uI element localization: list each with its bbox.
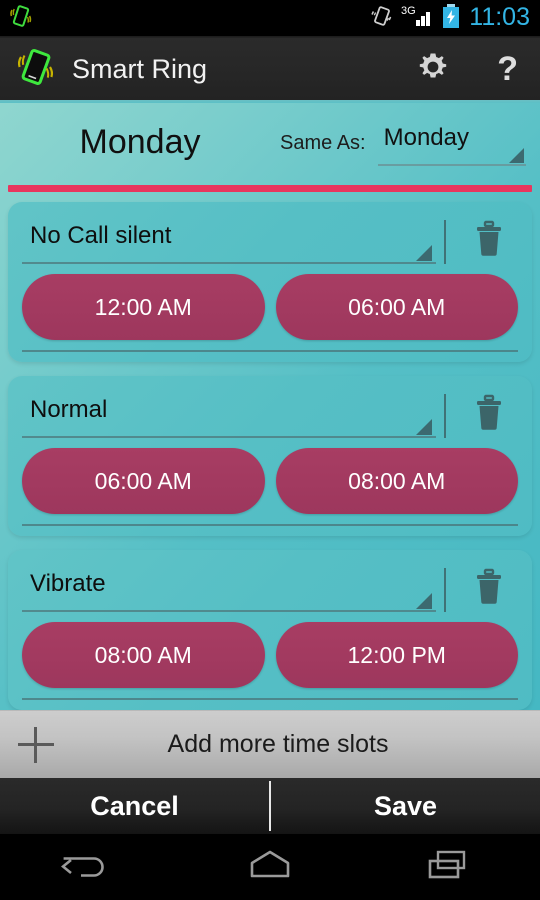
- ring-mode-value: Normal: [30, 396, 108, 423]
- network-type-label: 3G: [401, 5, 416, 17]
- start-time-button[interactable]: 08:00 AM: [22, 622, 265, 688]
- android-navigation-bar: [0, 834, 540, 900]
- time-slot-card: No Call silent 12:00 AM 06:00 AM: [8, 202, 532, 362]
- time-slot-card: Normal 06:00 AM 08:00 AM: [8, 376, 532, 536]
- chevron-down-icon: [416, 593, 432, 609]
- home-button[interactable]: [210, 834, 330, 900]
- divider: [444, 220, 446, 264]
- gear-icon[interactable]: [415, 49, 451, 90]
- spinner-underline: [22, 262, 436, 264]
- android-status-bar: 3G 11:03: [0, 0, 540, 36]
- ring-mode-spinner[interactable]: Normal: [22, 394, 436, 438]
- vibrate-icon: [370, 4, 394, 33]
- delete-slot-button[interactable]: [460, 392, 518, 438]
- slot-time-row: 06:00 AM 08:00 AM: [22, 448, 518, 514]
- same-as-value: Monday: [383, 124, 469, 151]
- divider: [444, 394, 446, 438]
- plus-icon: [18, 726, 54, 763]
- same-as-label: Same As:: [280, 131, 366, 154]
- recent-apps-icon: [424, 848, 476, 887]
- ring-mode-spinner[interactable]: No Call silent: [22, 220, 436, 264]
- status-system-icons: 3G 11:03: [370, 3, 530, 34]
- ring-mode-value: Vibrate: [30, 570, 106, 597]
- app-logo-icon: [14, 45, 58, 94]
- trash-icon: [472, 568, 506, 611]
- slot-time-row: 08:00 AM 12:00 PM: [22, 622, 518, 688]
- question-mark-icon[interactable]: ?: [497, 52, 518, 86]
- add-time-slot-label: Add more time slots: [167, 730, 389, 758]
- app-screen: 3G 11:03 Smart Ring ? Monday Same As: Mo…: [0, 0, 540, 900]
- home-icon: [243, 848, 297, 887]
- recent-apps-button[interactable]: [390, 834, 510, 900]
- back-arrow-icon: [60, 848, 119, 887]
- add-time-slot-button[interactable]: Add more time slots: [0, 710, 540, 778]
- vibrating-phone-icon: [8, 3, 34, 34]
- dialog-button-bar: Cancel Save: [0, 778, 540, 834]
- card-divider: [22, 350, 518, 352]
- same-as-spinner[interactable]: Monday: [377, 122, 526, 166]
- chevron-down-icon: [416, 245, 432, 261]
- back-button[interactable]: [30, 834, 150, 900]
- ring-mode-spinner[interactable]: Vibrate: [22, 568, 436, 612]
- slot-time-row: 12:00 AM 06:00 AM: [22, 274, 518, 340]
- slot-header-row: No Call silent: [22, 216, 518, 264]
- status-clock: 11:03: [469, 2, 530, 31]
- end-time-button[interactable]: 06:00 AM: [275, 274, 518, 340]
- slot-header-row: Vibrate: [22, 564, 518, 612]
- app-action-bar: Smart Ring ?: [0, 38, 540, 100]
- delete-slot-button[interactable]: [460, 566, 518, 612]
- time-slot-card: Vibrate 08:00 AM 12:00 PM: [8, 550, 532, 710]
- signal-strength-icon: 3G: [401, 4, 435, 33]
- spinner-underline: [22, 436, 436, 438]
- trash-icon: [472, 394, 506, 437]
- battery-charging-icon: [442, 3, 460, 34]
- slot-header-row: Normal: [22, 390, 518, 438]
- ring-mode-value: No Call silent: [30, 222, 172, 249]
- divider: [444, 568, 446, 612]
- delete-slot-button[interactable]: [460, 218, 518, 264]
- day-header: Monday Same As: Monday: [0, 103, 540, 185]
- page-title: Monday: [79, 122, 201, 161]
- spinner-underline: [22, 610, 436, 612]
- cancel-button[interactable]: Cancel: [0, 778, 269, 834]
- card-divider: [22, 524, 518, 526]
- end-time-button[interactable]: 08:00 AM: [275, 448, 518, 514]
- chevron-down-icon: [416, 419, 432, 435]
- trash-icon: [472, 220, 506, 263]
- start-time-button[interactable]: 12:00 AM: [22, 274, 265, 340]
- save-button[interactable]: Save: [271, 778, 540, 834]
- time-slot-list: No Call silent 12:00 AM 06:00 AM Normal …: [0, 192, 540, 710]
- action-bar-buttons: ?: [415, 49, 518, 90]
- spinner-underline: [377, 164, 526, 166]
- card-divider: [22, 698, 518, 700]
- end-time-button[interactable]: 12:00 PM: [275, 622, 518, 688]
- start-time-button[interactable]: 06:00 AM: [22, 448, 265, 514]
- chevron-down-icon: [509, 148, 524, 163]
- status-notification-icons: [8, 3, 34, 34]
- header-accent-bar: [8, 185, 532, 192]
- app-title: Smart Ring: [72, 53, 208, 84]
- schedule-content: Monday Same As: Monday No Call silent 12…: [0, 103, 540, 710]
